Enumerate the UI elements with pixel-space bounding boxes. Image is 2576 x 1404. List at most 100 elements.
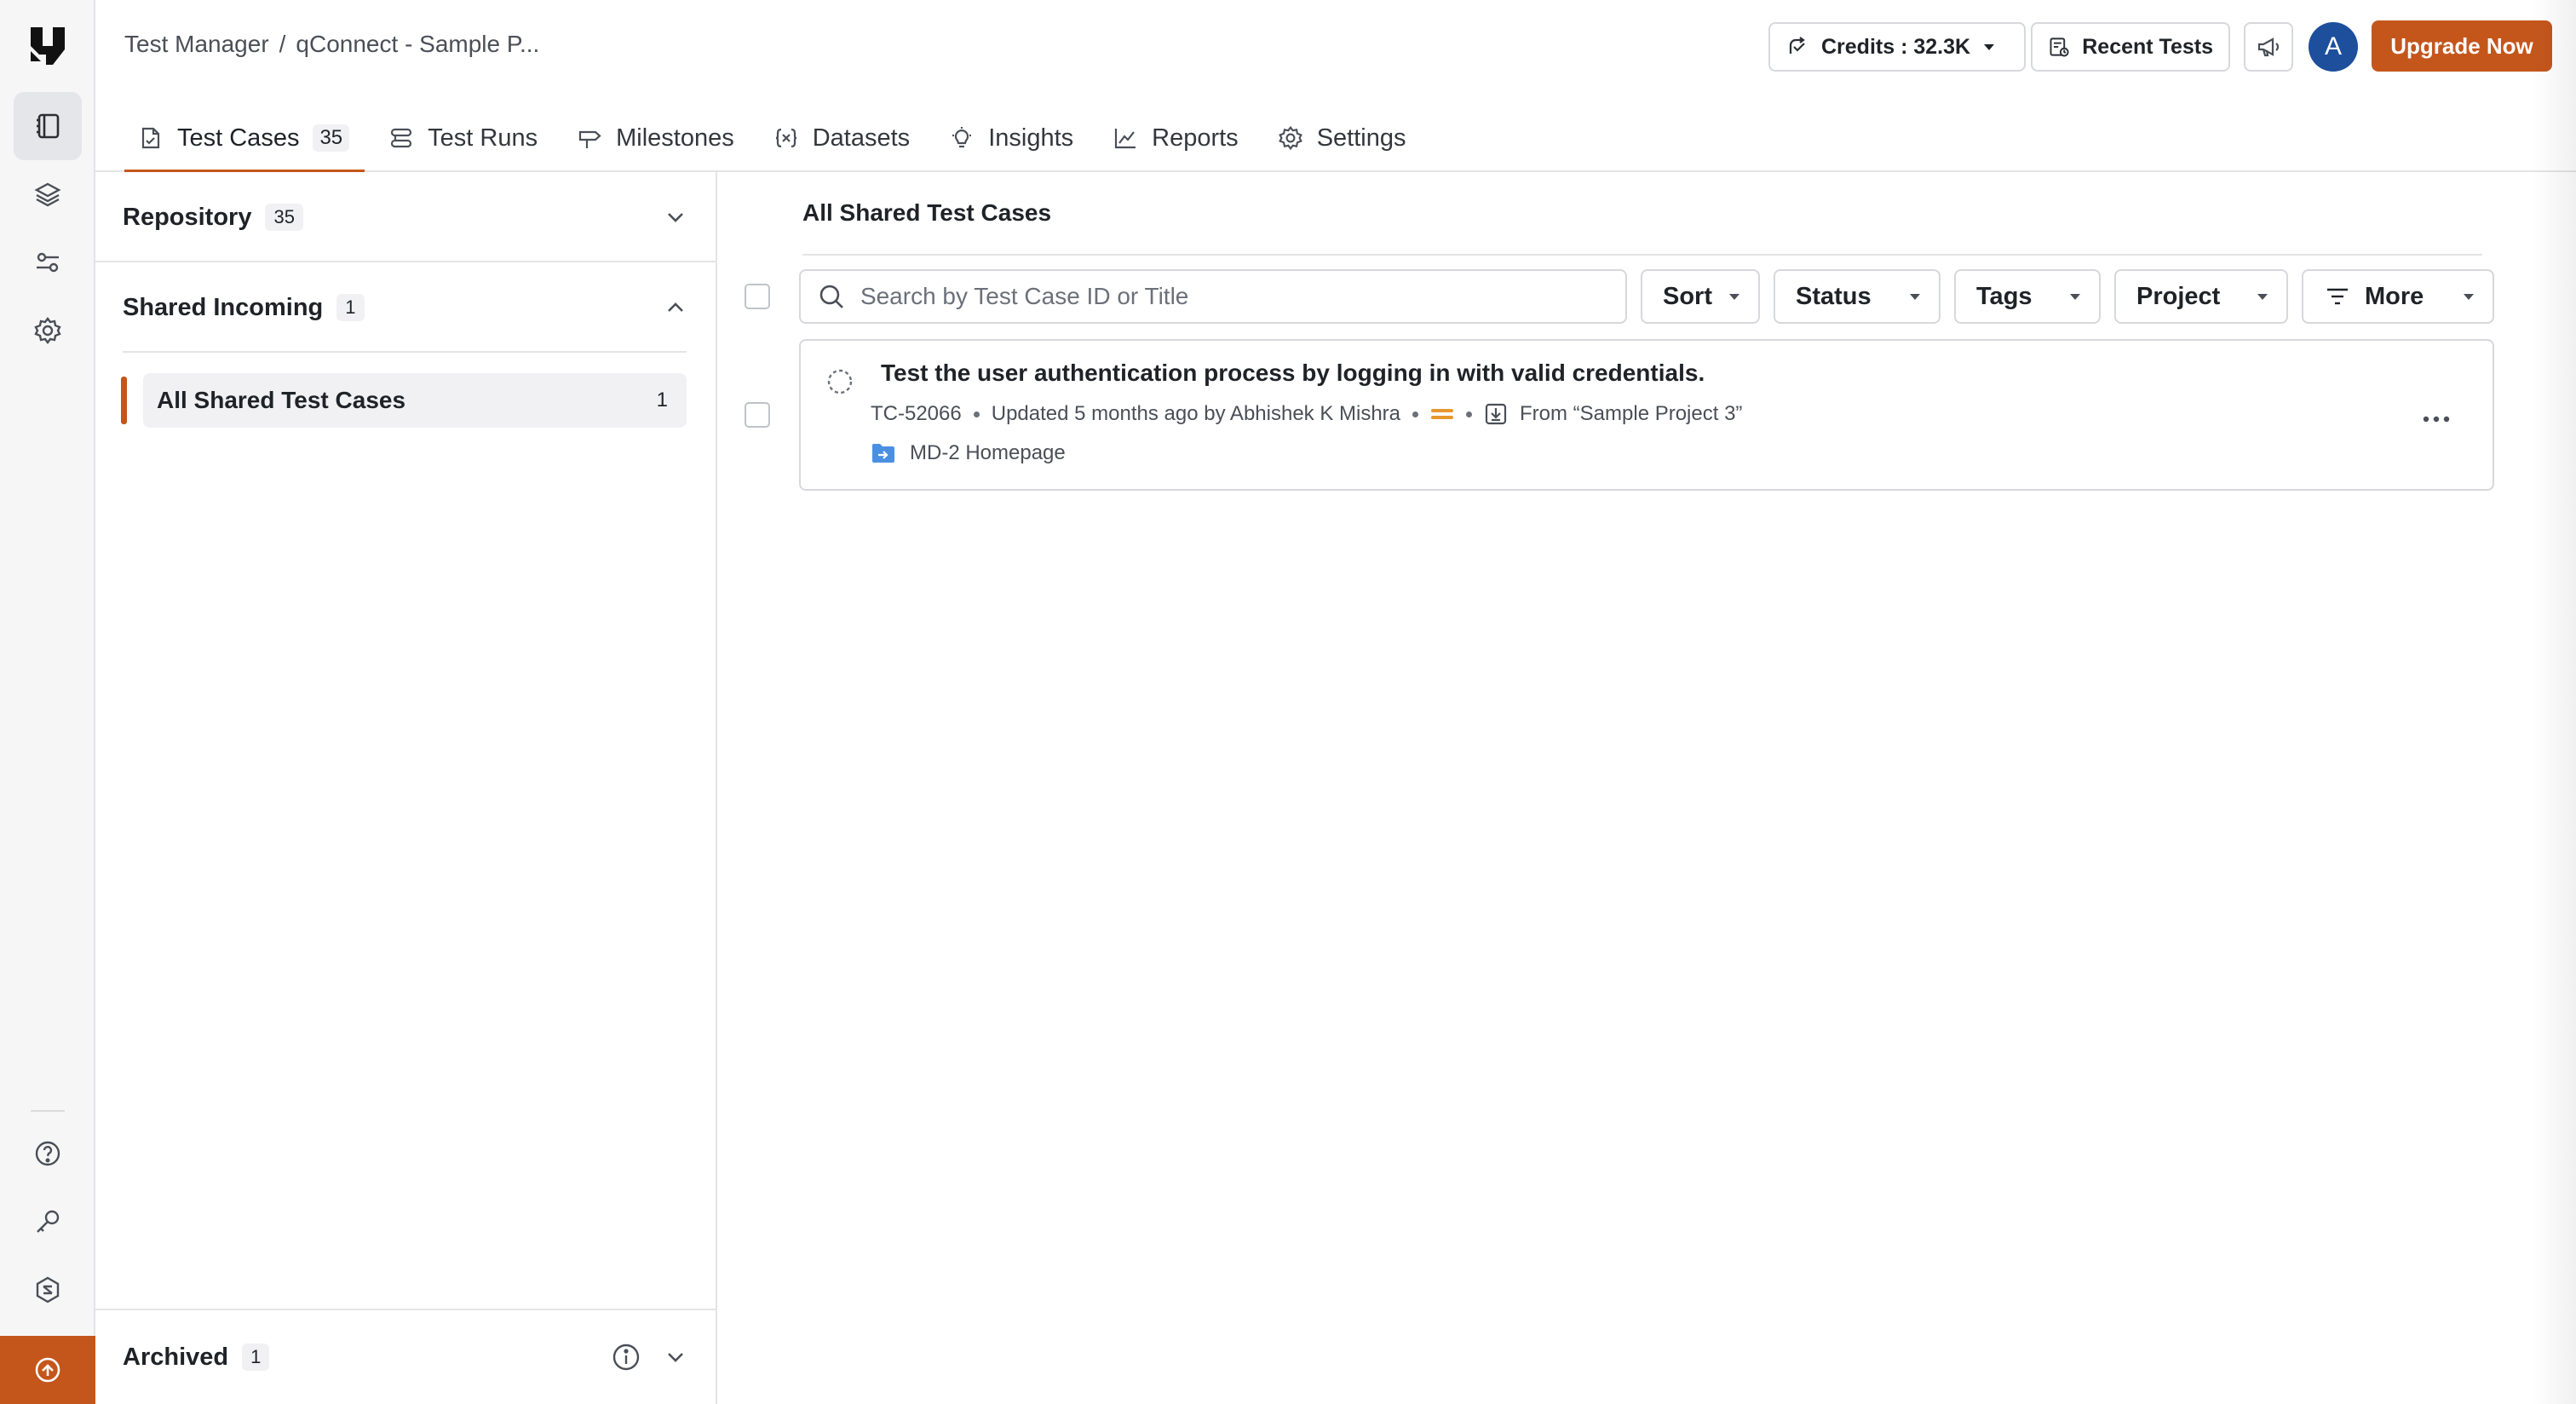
- app-logo[interactable]: [26, 24, 70, 68]
- tab-label: Test Cases: [177, 124, 300, 152]
- import-icon: [1485, 403, 1507, 425]
- tab-count-badge: 35: [313, 124, 350, 152]
- more-filters-dropdown[interactable]: More: [2302, 269, 2494, 324]
- breadcrumb: Test Manager / qConnect - Sample P...: [124, 31, 539, 58]
- megaphone-icon: [2257, 37, 2280, 57]
- info-icon[interactable]: [612, 1343, 641, 1372]
- title-divider: [802, 254, 2482, 256]
- status-label: Status: [1796, 282, 1872, 310]
- archived-section-header[interactable]: Archived 1: [95, 1309, 716, 1404]
- test-case-title[interactable]: Test the user authentication process by …: [881, 360, 1705, 387]
- caret-down-icon: [2070, 294, 2080, 300]
- recent-tests-button[interactable]: Recent Tests: [2031, 22, 2230, 72]
- shared-incoming-count: 1: [336, 294, 365, 321]
- active-indicator: [121, 377, 127, 424]
- tab-insights[interactable]: Insights: [935, 104, 1089, 172]
- shared-folder-icon: [872, 444, 894, 463]
- rail-test-manager-button[interactable]: [14, 92, 82, 160]
- tab-test-runs[interactable]: Test Runs: [375, 104, 553, 172]
- sidebar-item-all-shared-test-cases[interactable]: All Shared Test Cases 1: [121, 373, 687, 428]
- breadcrumb-root[interactable]: Test Manager: [124, 31, 269, 58]
- tab-reports[interactable]: Reports: [1099, 104, 1254, 172]
- credits-button[interactable]: Credits : 32.3K: [1768, 22, 2026, 72]
- search-input[interactable]: [860, 283, 1608, 310]
- dataset-icon: [775, 128, 796, 148]
- rail-divider: [31, 1110, 65, 1112]
- test-case-id[interactable]: TC-52066: [871, 402, 962, 426]
- test-case-checkbox[interactable]: [745, 402, 770, 428]
- recent-tests-icon: [2050, 37, 2069, 57]
- test-case-updated: Updated 5 months ago by Abhishek K Mishr…: [991, 402, 1401, 425]
- main-tabs: Test Cases 35 Test Runs Milestones Datas…: [124, 104, 1422, 174]
- announcements-button[interactable]: [2244, 22, 2293, 72]
- user-avatar[interactable]: A: [2309, 22, 2358, 72]
- rail-integrations-button[interactable]: [14, 228, 82, 296]
- rail-help-button[interactable]: [14, 1119, 82, 1188]
- layers-icon: [34, 182, 61, 207]
- archived-count: 1: [242, 1344, 270, 1371]
- upgrade-now-button[interactable]: Upgrade Now: [2372, 20, 2552, 72]
- test-case-folder[interactable]: MD-2 Homepage: [871, 441, 1066, 465]
- sort-label: Sort: [1663, 282, 1712, 310]
- tab-datasets[interactable]: Datasets: [760, 104, 925, 172]
- rail-upgrade-button[interactable]: [0, 1336, 95, 1404]
- tags-filter-dropdown[interactable]: Tags: [1954, 269, 2101, 324]
- repository-section-header[interactable]: Repository 35: [95, 172, 716, 262]
- rail-product-switcher-button[interactable]: [14, 1256, 82, 1324]
- folder-label: MD-2 Homepage: [910, 441, 1066, 464]
- search-box: [799, 269, 1627, 324]
- tab-settings[interactable]: Settings: [1264, 104, 1422, 172]
- tab-test-cases[interactable]: Test Cases 35: [124, 104, 365, 174]
- breadcrumb-project[interactable]: qConnect - Sample P...: [296, 31, 539, 58]
- chevron-down-icon: [668, 213, 683, 222]
- caret-down-icon: [1910, 294, 1920, 300]
- shared-incoming-section-header[interactable]: Shared Incoming 1: [95, 262, 716, 353]
- tab-label: Milestones: [616, 124, 734, 152]
- sliders-icon: [37, 252, 59, 273]
- repository-count: 35: [265, 204, 303, 231]
- repository-label: Repository: [123, 203, 252, 231]
- rail-layers-button[interactable]: [14, 160, 82, 228]
- tab-milestones[interactable]: Milestones: [563, 104, 750, 172]
- rail-settings-button[interactable]: [14, 296, 82, 365]
- tab-label: Insights: [988, 124, 1074, 152]
- folders-panel: Repository 35 Shared Incoming 1 All Shar…: [95, 172, 717, 1404]
- separator-dot: [973, 411, 980, 417]
- caret-down-icon: [2464, 294, 2474, 300]
- separator-dot: [1466, 411, 1473, 417]
- section-divider: [123, 351, 687, 353]
- select-all-checkbox[interactable]: [745, 284, 770, 309]
- gear-icon: [1278, 125, 1302, 151]
- app-rail: [0, 0, 95, 1404]
- lightbulb-icon: [952, 127, 972, 148]
- more-options-icon[interactable]: [2419, 402, 2453, 436]
- chevron-up-icon: [668, 302, 683, 312]
- tab-label: Settings: [1316, 124, 1406, 152]
- status-untested-icon: [827, 369, 853, 394]
- project-filter-dropdown[interactable]: Project: [2114, 269, 2288, 324]
- sidebar-item-count: 1: [656, 388, 668, 411]
- tab-label: Test Runs: [428, 124, 538, 152]
- main-content: All Shared Test Cases Sort Status Tags P…: [717, 172, 2576, 1404]
- sort-dropdown[interactable]: Sort: [1641, 269, 1760, 324]
- test-cases-icon: [141, 127, 160, 149]
- test-case-meta: TC-52066 Updated 5 months ago by Abhishe…: [871, 402, 1742, 426]
- status-filter-dropdown[interactable]: Status: [1774, 269, 1941, 324]
- breadcrumb-separator: /: [279, 31, 286, 57]
- test-case-source: From “Sample Project 3”: [1520, 402, 1743, 425]
- credits-icon: [1789, 37, 1805, 54]
- notebook-icon: [37, 113, 60, 139]
- milestone-icon: [579, 130, 601, 148]
- tab-label: Datasets: [812, 124, 911, 152]
- rail-key-button[interactable]: [14, 1188, 82, 1256]
- project-label: Project: [2136, 282, 2221, 310]
- caret-down-icon: [2257, 294, 2268, 300]
- hexagon-icon: [36, 1276, 60, 1303]
- archived-label: Archived: [123, 1343, 229, 1371]
- test-case-row[interactable]: Test the user authentication process by …: [799, 339, 2494, 491]
- caret-down-icon: [1984, 44, 1995, 50]
- gear-icon: [34, 317, 61, 344]
- key-icon: [37, 1210, 60, 1233]
- help-icon: [35, 1141, 60, 1166]
- shared-incoming-label: Shared Incoming: [123, 293, 324, 321]
